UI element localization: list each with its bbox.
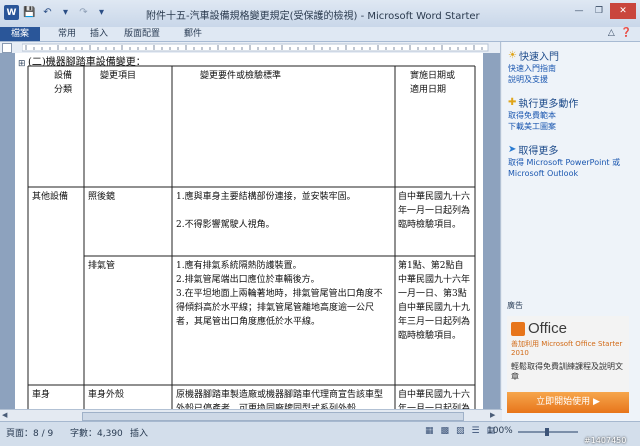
print-layout-icon[interactable]: ▦ [425,426,434,436]
link-get-outlook[interactable]: Microsoft Outlook [508,168,636,179]
link-get-powerpoint[interactable]: 取得 Microsoft PowerPoint 或 [508,157,636,168]
header-item: 變更項目 [100,71,137,81]
status-bar: 頁面：8 / 9 字數：4,390 插入 ▦ ▩ ▧ ☰ ▤ 100% #140… [0,421,640,446]
link-clip-art[interactable]: 下載美工圖案 [508,121,636,132]
ruler-tab-selector-icon[interactable] [2,43,12,53]
office-logo-icon [511,321,525,336]
row1-category: 其他設備 [32,192,69,202]
row2-item: 排氣管 [88,261,116,271]
title-bar: W 💾 ↶ ▾ ↷ ▾ 附件十五-汽車設備規格變更規定(受保護的檢視) - Mi… [0,0,640,28]
minimize-button[interactable]: — [570,3,588,19]
zoom-slider-thumb[interactable] [545,428,549,436]
web-layout-icon[interactable]: ▧ [456,426,465,436]
close-button[interactable]: ✕ [610,3,636,19]
document-area[interactable]: (二)機器腳踏車設備變更： ⊞ 設備分類 變更項目 變更要件或檢驗標準 實施日期… [0,53,500,409]
header-criteria: 變更要件或檢驗標準 [200,71,282,81]
restore-button[interactable]: ❐ [590,3,608,19]
word-logo-icon[interactable]: W [4,5,19,20]
ad-panel: 廣告 Office 善加利用 Microsoft Office Starter … [507,300,629,413]
customize-qat-icon[interactable]: ▾ [94,5,109,20]
row2-criteria-1: 1.應有排氣系統隔熱防護裝置。 [176,261,302,271]
get-more-heading: ➤ 取得更多 [508,144,559,157]
outline-icon[interactable]: ☰ [472,426,480,436]
row2-criteria-3: 3.在平坦地面上兩輪著地時，排氣管尾管出口角度不得傾斜高於水平線；排氣管尾管離地… [176,289,383,327]
plus-icon: ✚ [508,97,517,108]
ad-banner[interactable]: Office 善加利用 Microsoft Office Starter 201… [507,316,629,413]
status-word-count[interactable]: 字數：4,390 [70,426,123,439]
row1-criteria-2: 2.不得影響駕駛人視角。 [176,220,275,230]
row3-item: 車身外殼 [88,390,125,400]
row3-criteria-1: 原機器腳踏車製造廠或機器腳踏車代理商宣告該車型外殼已停產者，可更換同廠牌同型式系… [176,390,384,409]
help-icon[interactable]: ❓ [621,28,632,38]
more-actions-heading: ✚ 執行更多動作 [508,97,579,110]
arrow-right-icon: ▶ [592,397,600,407]
ad-cta-button[interactable]: 立即開始使用 ▶ [507,392,629,413]
window-title: 附件十五-汽車設備規格變更規定(受保護的檢視) - Microsoft Word… [146,11,480,22]
ad-label: 廣告 [507,301,523,310]
status-zoom[interactable]: 100% [487,426,513,436]
row3-date: 自中華民國九十六年一月一日起列為臨時檢驗項目。 [398,390,471,409]
status-insert-mode[interactable]: 插入 [130,426,148,439]
header-category: 設備分類 [53,71,72,95]
tab-file[interactable]: 檔案 [0,27,40,41]
link-quickstart-guide[interactable]: 快速入門指南 [508,63,636,74]
row1-criteria-1: 1.應與車身主要結構部份連接，並安裝牢固。 [176,192,356,202]
tab-page-layout[interactable]: 版面配置 [124,27,160,41]
header-date: 實施日期或適用日期 [410,71,456,95]
ad-description: 輕鬆取得免費訓練課程及說明文章 [511,362,623,381]
save-icon[interactable]: 💾 [22,5,37,20]
row1-date: 自中華民國九十六年一月一日起列為臨時檢驗項目。 [398,192,471,230]
row1-item: 照後鏡 [88,192,116,202]
ruler-ticks [22,43,489,52]
office-brand: Office [528,320,567,337]
zoom-slider[interactable] [518,428,578,436]
watermark: #1407450 [584,436,627,445]
horizontal-scroll-thumb[interactable] [82,412,464,421]
tab-mailings[interactable]: 郵件 [184,27,202,41]
link-help-support[interactable]: 說明及支援 [508,74,636,85]
ribbon-tabs: 檔案 常用 插入 版面配置 郵件 △ ❓ [0,27,640,42]
scroll-left-icon[interactable]: ◀ [2,411,7,419]
full-screen-icon[interactable]: ▩ [441,426,450,436]
undo-icon[interactable]: ↶ [40,5,55,20]
redo-icon[interactable]: ↷ [76,5,91,20]
link-free-templates[interactable]: 取得免費範本 [508,110,636,121]
expand-ribbon-icon[interactable]: △ [608,28,615,38]
quickstart-heading: ☀ 快速入門 [508,50,559,63]
tab-home[interactable]: 常用 [58,27,76,41]
tab-insert[interactable]: 插入 [90,27,108,41]
lightbulb-icon: ☀ [508,50,517,61]
undo-dropdown-icon[interactable]: ▾ [58,5,73,20]
status-page[interactable]: 頁面：8 / 9 [6,426,53,439]
row2-criteria-2: 2.排氣管尾端出口應位於車輛後方。 [176,275,320,285]
row3-category: 車身 [32,390,51,400]
table-move-handle-icon[interactable]: ⊞ [18,59,26,69]
upgrade-icon: ➤ [508,144,517,155]
row2-date: 第1點、第2點自中華民國九十六年一月一日、第3點自中華民國九十九年三月一日起列為… [398,261,471,341]
quick-access-toolbar: W 💾 ↶ ▾ ↷ ▾ [4,5,109,20]
ad-promo: 善加利用 Microsoft Office Starter 2010 [511,340,623,357]
scroll-right-icon[interactable]: ▶ [490,411,495,419]
